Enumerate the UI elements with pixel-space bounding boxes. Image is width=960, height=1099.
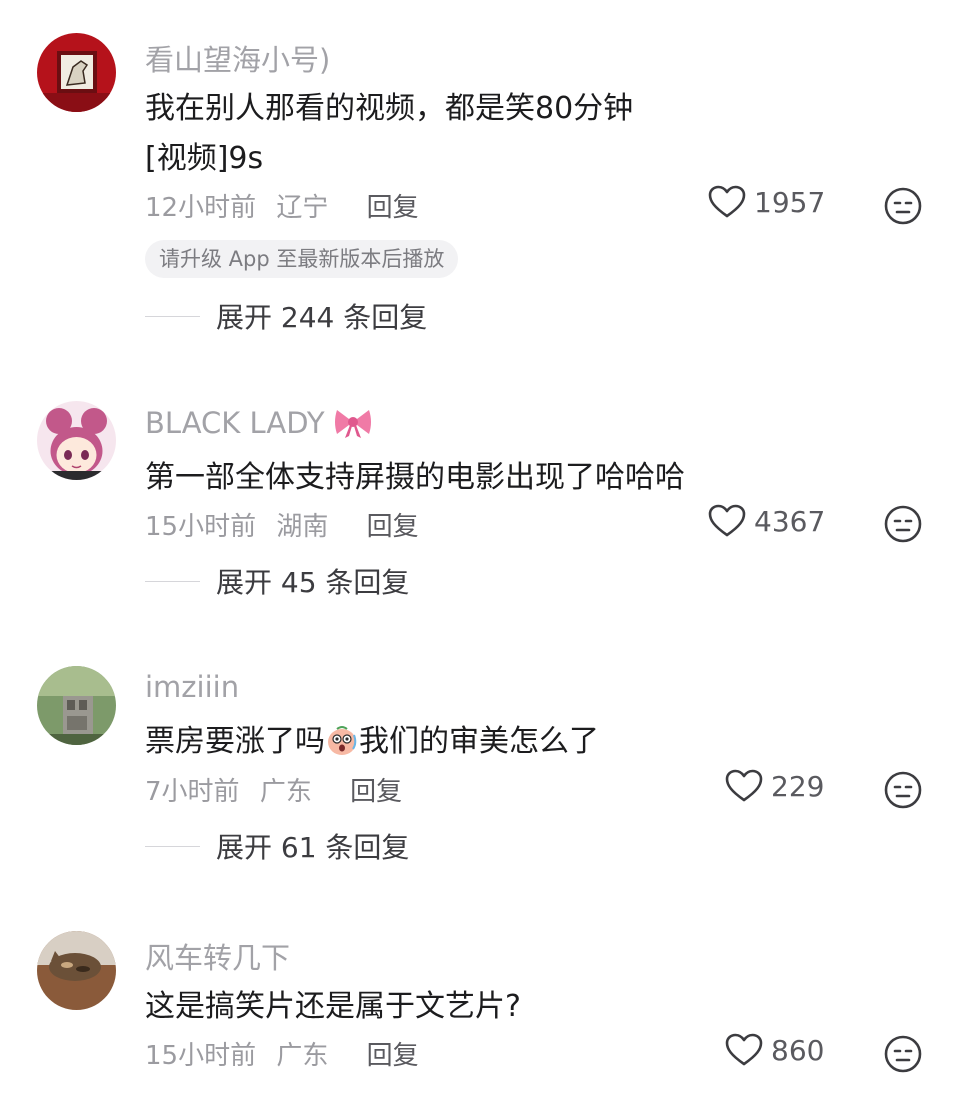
username[interactable]: imziiin xyxy=(145,670,239,704)
neutral-face-icon xyxy=(884,187,922,225)
divider-line xyxy=(145,845,200,847)
avatar[interactable] xyxy=(37,666,116,745)
reply-button[interactable]: 回复 xyxy=(367,512,419,542)
heart-icon xyxy=(708,504,746,537)
comment-meta: 15小时前 湖南 回复 xyxy=(145,506,431,543)
comment-location: 湖南 xyxy=(276,512,329,542)
like-button[interactable]: 229 xyxy=(725,769,824,803)
expand-replies-button[interactable]: 展开 244 条回复 xyxy=(145,296,427,336)
reply-button[interactable]: 回复 xyxy=(350,777,402,807)
anime-girl-icon xyxy=(37,401,116,480)
comment-location: 广东 xyxy=(276,1041,329,1071)
avatar[interactable] xyxy=(37,401,116,480)
comment-text-part: 我们的审美怎么了 xyxy=(359,724,599,759)
pink-bow-icon xyxy=(334,410,371,438)
statue-garden-icon xyxy=(37,666,116,745)
dislike-button[interactable] xyxy=(883,504,923,544)
divider-line xyxy=(145,580,200,582)
username[interactable]: BLACK LADY xyxy=(145,405,373,440)
heart-icon xyxy=(725,769,763,802)
like-count: 1957 xyxy=(754,185,826,219)
neutral-face-icon xyxy=(884,505,922,543)
expand-replies-label: 展开 244 条回复 xyxy=(216,301,428,334)
like-count: 4367 xyxy=(754,504,826,538)
username[interactable]: 风车转几下 xyxy=(145,935,290,977)
comment-text: 这是搞笑片还是属于文艺片? xyxy=(145,989,521,1024)
reply-button[interactable]: 回复 xyxy=(367,193,419,223)
comment-location: 辽宁 xyxy=(276,193,329,223)
comment-time: 15小时前 xyxy=(145,1041,257,1071)
comment-time: 15小时前 xyxy=(145,512,257,542)
dislike-button[interactable] xyxy=(883,770,923,810)
expand-replies-label: 展开 45 条回复 xyxy=(216,566,410,599)
username-text: BLACK LADY xyxy=(145,406,325,440)
neutral-face-icon xyxy=(884,771,922,809)
like-count: 860 xyxy=(771,1033,825,1067)
comment-text-part: 票房要涨了吗 xyxy=(145,724,325,759)
horse-painting-icon xyxy=(37,33,116,112)
cat-icon xyxy=(37,931,116,1010)
shocked-face-emoji xyxy=(328,726,357,755)
expand-replies-button[interactable]: 展开 45 条回复 xyxy=(145,561,409,601)
heart-icon xyxy=(725,1033,763,1066)
comment-time: 12小时前 xyxy=(145,193,257,223)
heart-icon xyxy=(708,185,746,218)
expand-replies-button[interactable]: 展开 61 条回复 xyxy=(145,826,409,866)
comment-location: 广东 xyxy=(259,777,312,807)
like-button[interactable]: 1957 xyxy=(708,185,825,219)
comment-text: 票房要涨了吗 我们的审美怎么了 xyxy=(145,722,599,761)
comment-meta: 12小时前 辽宁 回复 xyxy=(145,187,431,224)
comment-meta: 15小时前 广东 回复 xyxy=(145,1035,431,1072)
like-count: 229 xyxy=(771,769,825,803)
reply-button[interactable]: 回复 xyxy=(367,1041,419,1071)
like-button[interactable]: 860 xyxy=(725,1033,824,1067)
avatar[interactable] xyxy=(37,33,116,112)
comment-meta: 7小时前 广东 回复 xyxy=(145,771,414,808)
comment-text: 我在别人那看的视频，都是笑80分钟 xyxy=(145,91,634,126)
comment-time: 7小时前 xyxy=(145,777,240,807)
upgrade-app-notice[interactable]: 请升级 App 至最新版本后播放 xyxy=(145,240,459,278)
expand-replies-label: 展开 61 条回复 xyxy=(216,831,410,864)
neutral-face-icon xyxy=(884,1035,922,1073)
dislike-button[interactable] xyxy=(883,1034,923,1074)
comment-text: 第一部全体支持屏摄的电影出现了哈哈哈 xyxy=(145,460,685,495)
divider-line xyxy=(145,315,200,317)
video-placeholder-text[interactable]: [视频]9s xyxy=(145,139,263,178)
like-button[interactable]: 4367 xyxy=(708,504,825,538)
username[interactable]: 看山望海小号) xyxy=(145,37,330,79)
avatar[interactable] xyxy=(37,931,116,1010)
dislike-button[interactable] xyxy=(883,186,923,226)
